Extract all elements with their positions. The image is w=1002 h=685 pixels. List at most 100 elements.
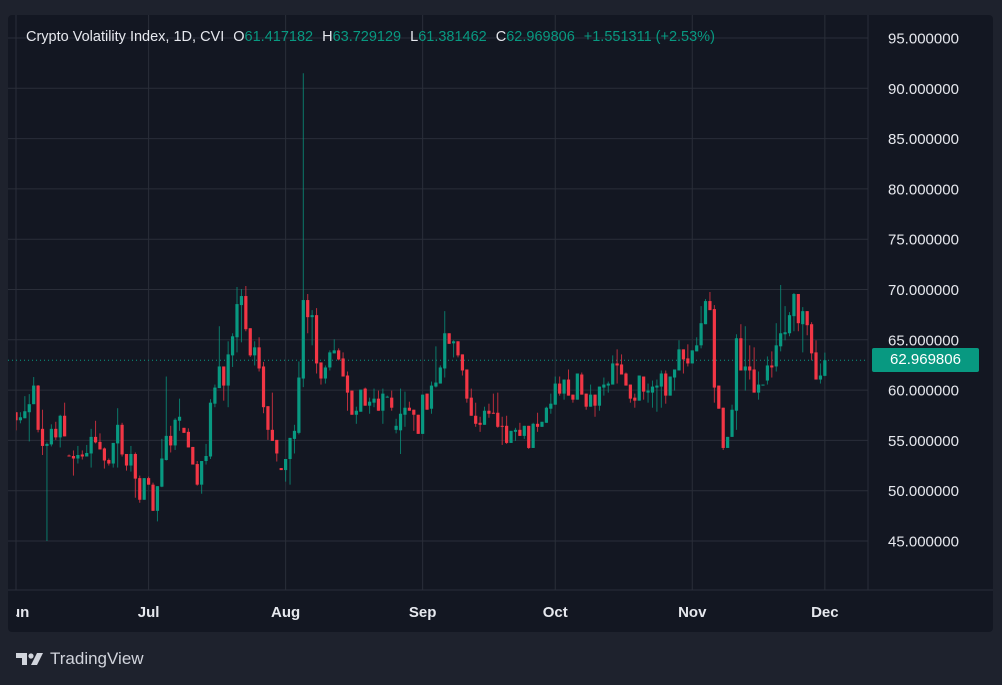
- candle-up[interactable]: [823, 352, 827, 377]
- candle-down[interactable]: [535, 412, 540, 432]
- candle-up[interactable]: [787, 312, 792, 337]
- candle-up[interactable]: [398, 388, 403, 454]
- candle-up[interactable]: [284, 459, 288, 482]
- candle-up[interactable]: [677, 340, 681, 371]
- candle-up[interactable]: [160, 438, 164, 488]
- candle-down[interactable]: [624, 372, 628, 386]
- candle-up[interactable]: [703, 299, 708, 325]
- candle-up[interactable]: [672, 369, 677, 391]
- candle-down[interactable]: [584, 393, 588, 410]
- candle-up[interactable]: [129, 445, 133, 472]
- candle-down[interactable]: [151, 482, 155, 511]
- candle-down[interactable]: [460, 354, 465, 376]
- candle-down[interactable]: [63, 402, 67, 437]
- candle-down[interactable]: [138, 475, 142, 503]
- candle-down[interactable]: [796, 294, 800, 332]
- candle-down[interactable]: [71, 450, 76, 476]
- candle-down[interactable]: [752, 347, 756, 393]
- candle-down[interactable]: [748, 345, 752, 380]
- candle-up[interactable]: [646, 383, 650, 403]
- candle-up[interactable]: [792, 293, 796, 332]
- candle-up[interactable]: [818, 363, 823, 384]
- candle-down[interactable]: [686, 344, 690, 367]
- candle-down[interactable]: [491, 393, 495, 414]
- candle-up[interactable]: [111, 442, 115, 468]
- candle-up[interactable]: [443, 311, 447, 378]
- candle-down[interactable]: [496, 392, 500, 428]
- candle-down[interactable]: [257, 337, 261, 372]
- candle-up[interactable]: [323, 365, 327, 384]
- candle-up[interactable]: [155, 486, 160, 522]
- candle-down[interactable]: [469, 388, 473, 416]
- candle-up[interactable]: [597, 386, 602, 411]
- candle-down[interactable]: [465, 369, 469, 403]
- candle-down[interactable]: [390, 390, 394, 411]
- candle-down[interactable]: [186, 428, 190, 448]
- candle-down[interactable]: [345, 371, 350, 411]
- candle-up[interactable]: [292, 424, 297, 454]
- candle-down[interactable]: [628, 384, 632, 403]
- candle-down[interactable]: [93, 420, 98, 444]
- candle-up[interactable]: [359, 389, 363, 412]
- candle-up[interactable]: [589, 384, 593, 407]
- candle-up[interactable]: [650, 380, 655, 408]
- candle-up[interactable]: [394, 418, 398, 434]
- candle-up[interactable]: [142, 478, 146, 500]
- candle-up[interactable]: [288, 437, 292, 485]
- candle-down[interactable]: [14, 412, 18, 431]
- candle-up[interactable]: [76, 445, 80, 464]
- candle-down[interactable]: [814, 340, 818, 380]
- candle-up[interactable]: [540, 421, 544, 427]
- candle-up[interactable]: [354, 406, 358, 424]
- candle-up[interactable]: [434, 346, 438, 388]
- candle-up[interactable]: [23, 396, 27, 419]
- candle-down[interactable]: [487, 403, 491, 418]
- candle-down[interactable]: [191, 446, 195, 465]
- candle-down[interactable]: [456, 341, 460, 358]
- candle-up[interactable]: [655, 379, 659, 412]
- candle-up[interactable]: [779, 284, 783, 352]
- candle-down[interactable]: [527, 425, 531, 449]
- candle-up[interactable]: [332, 339, 336, 354]
- candle-down[interactable]: [319, 362, 323, 385]
- candle-up[interactable]: [235, 286, 239, 353]
- candle-down[interactable]: [717, 385, 721, 409]
- candle-down[interactable]: [505, 415, 509, 444]
- candle-up[interactable]: [743, 326, 747, 391]
- candle-down[interactable]: [633, 393, 637, 408]
- candle-down[interactable]: [566, 369, 571, 396]
- candle-up[interactable]: [164, 376, 168, 461]
- candle-down[interactable]: [120, 422, 124, 457]
- candle-up[interactable]: [368, 397, 372, 414]
- candle-down[interactable]: [571, 394, 575, 403]
- candle-down[interactable]: [314, 308, 319, 374]
- candle-up[interactable]: [438, 365, 442, 384]
- candle-down[interactable]: [248, 328, 252, 357]
- candle-down[interactable]: [107, 458, 111, 466]
- candle-up[interactable]: [200, 461, 204, 494]
- candle-up[interactable]: [774, 323, 778, 372]
- candle-down[interactable]: [810, 322, 814, 361]
- candle-up[interactable]: [575, 373, 579, 400]
- candle-up[interactable]: [553, 376, 557, 405]
- candle-down[interactable]: [36, 385, 40, 433]
- candle-up[interactable]: [602, 377, 606, 396]
- candle-down[interactable]: [739, 324, 743, 371]
- tradingview-logo[interactable]: TradingView: [16, 649, 144, 669]
- candle-down[interactable]: [712, 305, 716, 403]
- candle-down[interactable]: [80, 450, 84, 460]
- symbol-title[interactable]: Crypto Volatility Index, 1D, CVI: [26, 29, 224, 45]
- candle-up[interactable]: [239, 288, 244, 343]
- candle-down[interactable]: [580, 372, 584, 395]
- candle-up[interactable]: [699, 306, 703, 349]
- candle-down[interactable]: [222, 366, 226, 401]
- candle-up[interactable]: [509, 430, 513, 443]
- candle-up[interactable]: [297, 361, 301, 435]
- candle-up[interactable]: [513, 427, 518, 441]
- candle-up[interactable]: [32, 377, 36, 405]
- candlestick-chart[interactable]: 95.000000 90.000000 85.000000 80.000000 75.0…: [0, 0, 1002, 685]
- candle-up[interactable]: [253, 341, 257, 366]
- candle-down[interactable]: [619, 354, 624, 375]
- candle-down[interactable]: [244, 285, 248, 332]
- candle-up[interactable]: [482, 406, 487, 425]
